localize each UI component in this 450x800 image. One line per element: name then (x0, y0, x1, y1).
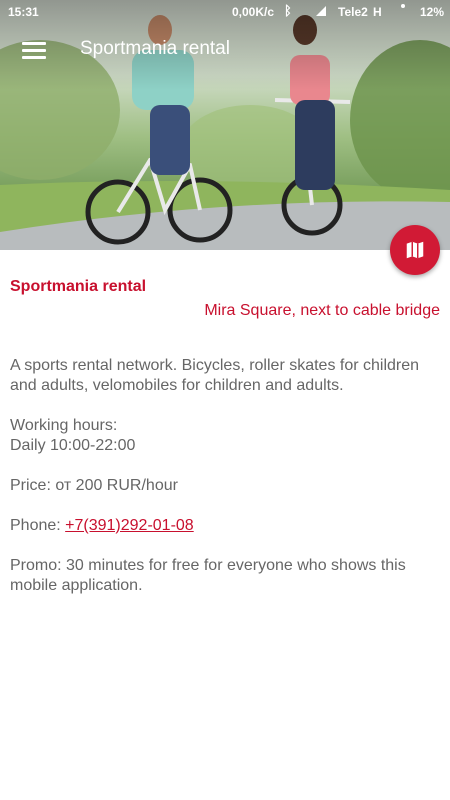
phone-row: Phone: +7(391)292-01-08 (10, 516, 430, 536)
status-network-type: H (373, 5, 382, 19)
app-title: Sportmania rental (80, 38, 230, 59)
status-time: 15:31 (8, 5, 39, 19)
status-carrier: Tele2 (338, 5, 368, 19)
place-address: Mira Square, next to cable bridge (204, 302, 440, 319)
place-description: A sports rental network. Bicycles, rolle… (10, 357, 420, 394)
place-name: Sportmania rental (10, 278, 147, 295)
working-hours-label: Working hours: (10, 417, 118, 434)
phone-link[interactable]: +7(391)292-01-08 (65, 517, 194, 534)
status-bar: 15:31 0,00K/c ᛒ Tele2 H 12% (0, 0, 450, 24)
working-hours: Working hours: Daily 10:00-22:00 (10, 416, 430, 456)
hamburger-menu-icon[interactable] (20, 38, 50, 64)
bluetooth-icon: ᛒ (284, 3, 292, 18)
map-icon (406, 241, 424, 259)
signal-icon (316, 6, 326, 16)
price-text: Price: от 200 RUR/hour (10, 477, 178, 494)
working-hours-value: Daily 10:00-22:00 (10, 437, 136, 454)
map-button[interactable] (390, 225, 440, 275)
promo-text: Promo: 30 minutes for free for everyone … (10, 557, 406, 594)
notification-dot-icon (401, 4, 405, 8)
status-net-speed: 0,00K/c (232, 5, 275, 19)
place-details: A sports rental network. Bicycles, rolle… (10, 356, 430, 616)
status-battery: 12% (420, 5, 445, 19)
phone-label: Phone: (10, 517, 66, 534)
